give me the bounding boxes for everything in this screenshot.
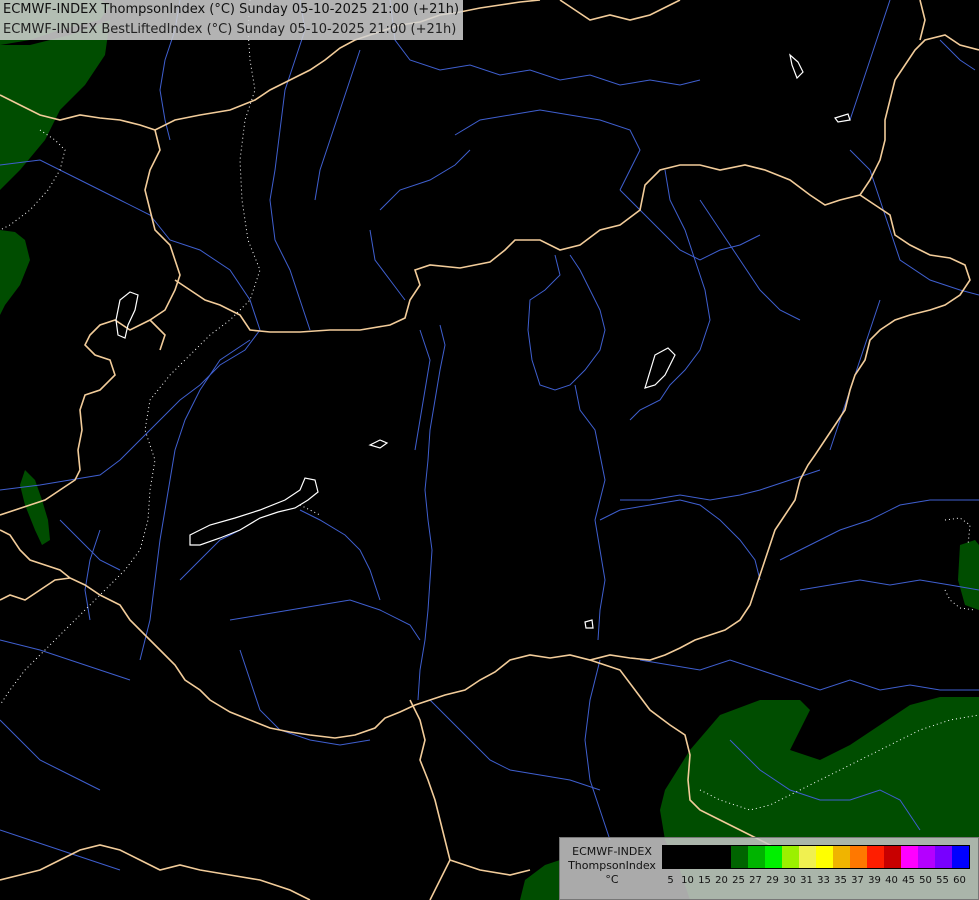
legend-swatch bbox=[799, 846, 816, 868]
legend-swatch bbox=[680, 846, 697, 868]
legend-tick-label: 5 bbox=[667, 875, 674, 886]
legend-swatch bbox=[918, 846, 935, 868]
legend-swatch bbox=[697, 846, 714, 868]
legend-swatch bbox=[731, 846, 748, 868]
legend-tick-label: 15 bbox=[698, 875, 711, 886]
legend-swatch bbox=[884, 846, 901, 868]
legend-swatch bbox=[850, 846, 867, 868]
legend-tick-label: 45 bbox=[902, 875, 915, 886]
legend-tick-label: 29 bbox=[766, 875, 779, 886]
legend-swatch bbox=[765, 846, 782, 868]
forecast-map bbox=[0, 0, 979, 900]
title-thompson-index: ECMWF-INDEX ThompsonIndex (°C) Sunday 05… bbox=[3, 2, 460, 17]
legend-tick-label: 40 bbox=[885, 875, 898, 886]
legend-swatch bbox=[901, 846, 918, 868]
legend-tick-label: 27 bbox=[749, 875, 762, 886]
legend-ticks: 5 10 15 20 25 27 29 30 31 33 35 37 39 40 45 50 55 60 bbox=[662, 875, 979, 889]
legend-tick-label: 30 bbox=[783, 875, 796, 886]
legend-swatch bbox=[935, 846, 952, 868]
title-best-lifted-index: ECMWF-INDEX BestLiftedIndex (°C) Sunday … bbox=[3, 22, 457, 37]
legend-tick-label: 50 bbox=[919, 875, 932, 886]
legend-swatch bbox=[867, 846, 884, 868]
legend-parameter: ThompsonIndex bbox=[568, 859, 656, 872]
legend-tick-label: 37 bbox=[851, 875, 864, 886]
legend-tick-label: 33 bbox=[817, 875, 830, 886]
color-legend: ECMWF-INDEX ThompsonIndex °C 5 10 15 20 25 27… bbox=[559, 837, 979, 900]
legend-swatch bbox=[782, 846, 799, 868]
legend-swatch bbox=[816, 846, 833, 868]
legend-swatch bbox=[714, 846, 731, 868]
legend-tick-label: 20 bbox=[715, 875, 728, 886]
legend-model: ECMWF-INDEX bbox=[572, 845, 652, 858]
legend-tick-label: 55 bbox=[936, 875, 949, 886]
legend-tick-label: 39 bbox=[868, 875, 881, 886]
legend-swatch bbox=[952, 846, 969, 868]
legend-swatch bbox=[833, 846, 850, 868]
map-title-header: ECMWF-INDEX ThompsonIndex (°C) Sunday 05… bbox=[0, 0, 464, 40]
legend-title: ECMWF-INDEX ThompsonIndex °C bbox=[564, 845, 660, 887]
legend-tick-label: 31 bbox=[800, 875, 813, 886]
legend-swatches bbox=[662, 845, 970, 869]
legend-tick-label: 25 bbox=[732, 875, 745, 886]
legend-tick-label: 60 bbox=[953, 875, 966, 886]
legend-unit: °C bbox=[605, 873, 619, 886]
legend-swatch bbox=[748, 846, 765, 868]
legend-swatch bbox=[663, 846, 680, 868]
legend-tick-label: 10 bbox=[681, 875, 694, 886]
legend-tick-label: 35 bbox=[834, 875, 847, 886]
